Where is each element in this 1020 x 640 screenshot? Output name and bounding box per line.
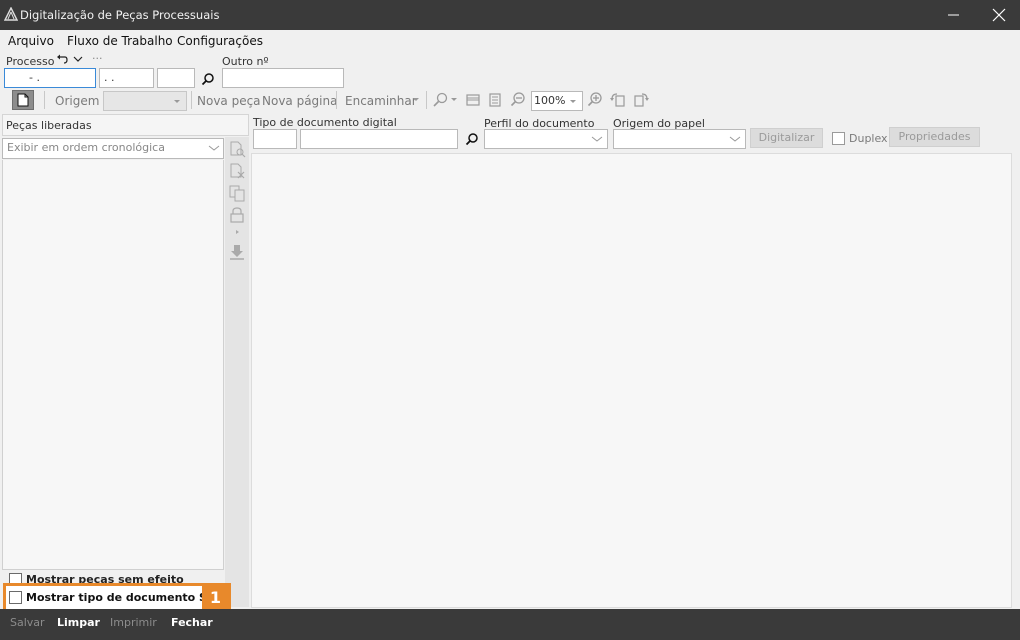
search-icon[interactable] — [465, 132, 479, 146]
rotate-right-icon[interactable] — [632, 91, 650, 109]
chevron-down-icon — [208, 145, 220, 151]
encaminhar-dropdown-icon[interactable] — [412, 97, 420, 103]
limpar-button[interactable]: Limpar — [57, 616, 100, 629]
tipo-documento-label: Tipo de documento digital — [253, 116, 397, 129]
lock-icon[interactable] — [228, 206, 246, 224]
menu-bar: Arquivo Fluxo de Trabalho Configurações — [0, 30, 1020, 52]
document-icon — [17, 93, 29, 107]
origem-papel-select[interactable] — [613, 129, 746, 149]
title-bar: Digitalização de Peças Processuais — [0, 0, 1020, 30]
minimize-button[interactable] — [936, 4, 970, 26]
encaminhar-button[interactable]: Encaminhar — [345, 94, 417, 108]
copy-document-icon[interactable] — [228, 184, 246, 202]
tipo-documento-code-input[interactable] — [253, 129, 297, 149]
chevron-down-icon — [591, 136, 603, 142]
more-options[interactable]: ··· — [92, 52, 103, 65]
processo-input-2[interactable]: . . — [99, 68, 154, 88]
tipo-documento-input[interactable] — [300, 129, 458, 149]
processo-input-1[interactable]: - . — [4, 68, 96, 88]
zoom-in-icon[interactable] — [586, 91, 604, 109]
download-icon[interactable] — [228, 243, 246, 261]
chevron-down-icon[interactable] — [72, 54, 84, 64]
side-toolbar — [225, 137, 249, 607]
outro-numero-input[interactable] — [222, 68, 344, 88]
dropdown-arrow-icon — [570, 100, 576, 103]
duplex-checkbox[interactable] — [832, 132, 845, 145]
processo-input-3[interactable] — [157, 68, 195, 88]
order-select-value: Exibir em ordem cronológica — [7, 141, 165, 154]
app-logo-icon — [4, 7, 18, 21]
pecas-list[interactable] — [2, 160, 224, 570]
toolbar-separator — [191, 91, 192, 109]
digitalizar-button[interactable]: Digitalizar — [750, 128, 823, 148]
menu-fluxo-de-trabalho[interactable]: Fluxo de Trabalho — [67, 34, 173, 48]
toolbar-separator — [336, 91, 337, 109]
nova-peca-button[interactable]: Nova peça — [197, 94, 261, 108]
document-mode-button[interactable] — [12, 90, 34, 110]
undo-icon[interactable] — [56, 53, 68, 65]
close-icon — [992, 8, 1006, 22]
search-document-icon[interactable] — [228, 140, 246, 158]
origem-label: Origem — [55, 94, 100, 108]
rotate-left-icon[interactable] — [609, 91, 627, 109]
fit-width-icon[interactable] — [464, 91, 482, 109]
menu-arquivo[interactable]: Arquivo — [8, 34, 54, 48]
annotation-badge: 1 — [202, 585, 229, 611]
toolbar-separator — [426, 91, 427, 109]
chevron-right-icon[interactable] — [233, 228, 241, 236]
toolbar-separator — [44, 91, 45, 109]
nova-pagina-button[interactable]: Nova página — [262, 94, 337, 108]
search-icon[interactable] — [201, 72, 215, 86]
show-saj-type-label: Mostrar tipo de documento SAJ — [26, 591, 220, 604]
fit-page-icon[interactable] — [486, 91, 504, 109]
close-window-button[interactable] — [982, 4, 1016, 26]
salvar-button[interactable]: Salvar — [10, 616, 45, 629]
origem-select[interactable] — [103, 91, 187, 111]
zoom-level-value: 100% — [534, 94, 566, 107]
order-select[interactable]: Exibir em ordem cronológica — [2, 138, 224, 159]
processo-label: Processo — [6, 55, 55, 68]
zoom-out-icon[interactable] — [509, 91, 527, 109]
propriedades-button[interactable]: Propriedades — [889, 127, 980, 147]
minimize-icon — [948, 14, 959, 16]
fechar-button[interactable]: Fechar — [171, 616, 213, 629]
chevron-down-icon — [729, 136, 741, 142]
outro-numero-label: Outro nº — [222, 55, 269, 68]
menu-configuracoes[interactable]: Configurações — [177, 34, 263, 48]
perfil-documento-select[interactable] — [484, 129, 608, 149]
pecas-liberadas-header: Peças liberadas — [2, 114, 249, 136]
find-icon[interactable] — [431, 91, 449, 109]
remove-document-icon[interactable] — [228, 162, 246, 180]
dropdown-arrow-icon — [174, 100, 180, 103]
show-saj-type-checkbox[interactable] — [9, 591, 22, 604]
duplex-label: Duplex — [849, 132, 888, 145]
window-title: Digitalização de Peças Processuais — [20, 8, 220, 22]
find-dropdown-icon[interactable] — [450, 97, 458, 103]
document-preview-area[interactable] — [251, 153, 1012, 608]
pecas-liberadas-title: Peças liberadas — [6, 119, 92, 132]
imprimir-button[interactable]: Imprimir — [110, 616, 157, 629]
zoom-level-select[interactable]: 100% — [531, 91, 583, 111]
